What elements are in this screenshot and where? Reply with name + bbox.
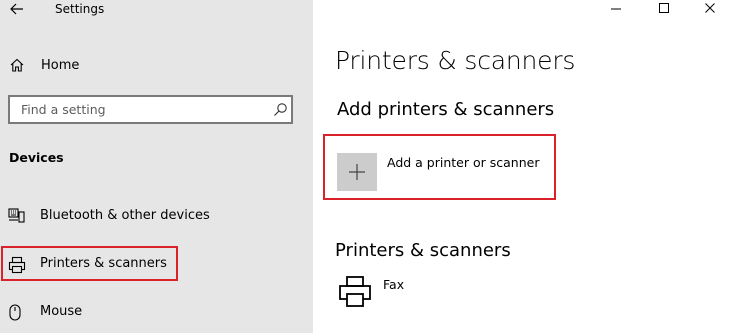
printer-list-item[interactable]: Fax xyxy=(337,274,537,314)
app-title: Settings xyxy=(55,2,105,16)
sidebar-item-bluetooth[interactable]: Bluetooth & other devices xyxy=(0,201,313,231)
mouse-icon xyxy=(9,304,21,321)
search-icon[interactable] xyxy=(272,102,288,118)
search-input[interactable] xyxy=(10,97,260,122)
close-icon xyxy=(705,3,715,13)
back-arrow-icon xyxy=(10,3,23,15)
minimize-icon xyxy=(611,8,621,10)
home-icon xyxy=(10,58,24,72)
sidebar-item-mouse[interactable]: Mouse xyxy=(0,297,313,327)
sidebar-item-label: Mouse xyxy=(40,304,83,319)
add-section-heading: Add printers & scanners xyxy=(337,99,555,120)
highlight-box xyxy=(1,246,178,281)
section-heading-devices: Devices xyxy=(9,150,64,165)
search-box[interactable] xyxy=(8,95,293,124)
page-title: Printers & scanners xyxy=(335,46,576,75)
maximize-button[interactable] xyxy=(644,0,684,16)
minimize-button[interactable] xyxy=(596,0,636,16)
printer-icon xyxy=(339,276,371,307)
sidebar: Settings Home Devices Bluetooth & other … xyxy=(0,0,313,333)
sidebar-item-label: Bluetooth & other devices xyxy=(40,208,210,223)
printers-list-heading: Printers & scanners xyxy=(335,240,511,261)
sidebar-item-label: Home xyxy=(41,57,80,73)
highlight-box xyxy=(323,134,556,200)
sidebar-item-home[interactable]: Home xyxy=(0,52,313,78)
back-button[interactable] xyxy=(2,0,32,18)
close-button[interactable] xyxy=(690,0,729,16)
maximize-icon xyxy=(659,3,669,13)
bluetooth-devices-icon xyxy=(8,208,25,223)
printer-name: Fax xyxy=(383,277,405,292)
